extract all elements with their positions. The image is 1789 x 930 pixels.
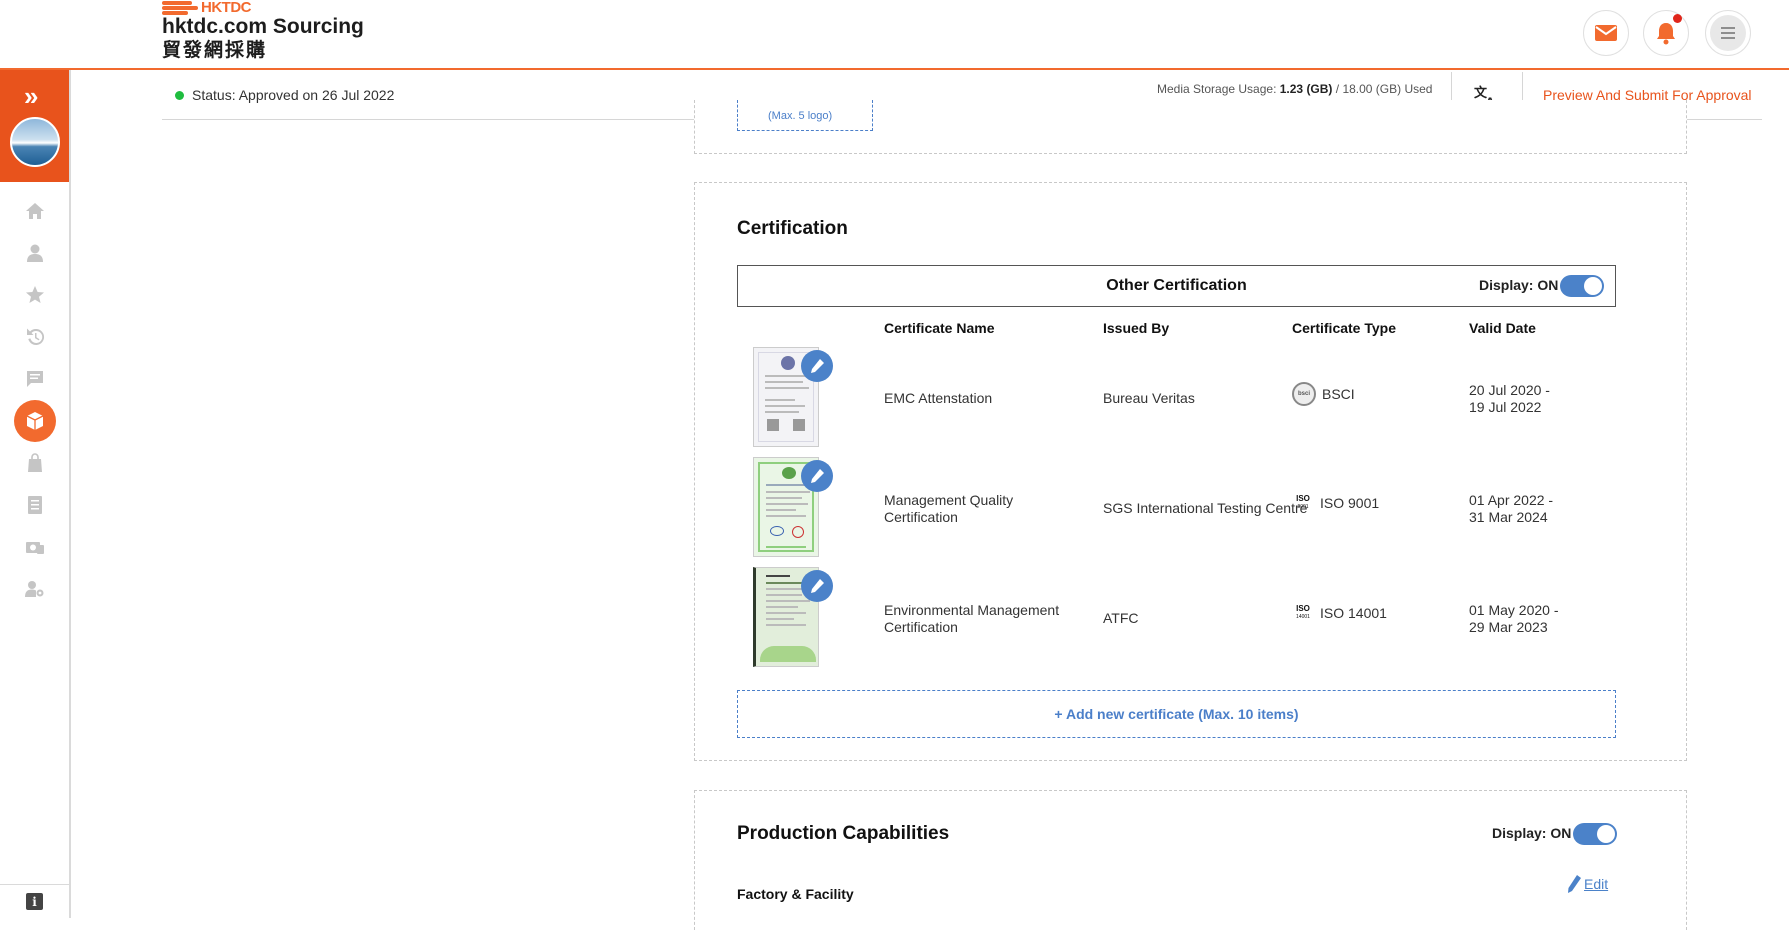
approval-status: Status: Approved on 26 Jul 2022 [192, 87, 395, 103]
menu-button[interactable] [1705, 10, 1751, 56]
sidebar-profile-panel: » [0, 70, 69, 182]
user-settings-icon [24, 581, 43, 597]
edit-link[interactable]: Edit [1567, 875, 1608, 893]
certificate-name: Management Quality Certification [884, 492, 1014, 525]
star-icon [25, 286, 44, 303]
display-label: Display: ON [1479, 277, 1559, 293]
certificate-type: ISO 9001 ISO 9001 [1292, 492, 1379, 514]
edit-certificate-button[interactable] [801, 350, 833, 382]
edit-certificate-button[interactable] [801, 460, 833, 492]
sidebar-item-favourites[interactable] [0, 274, 69, 316]
logo-chinese-title: 貿發網採購 [162, 39, 268, 61]
certificate-issuer: ATFC [1103, 610, 1139, 626]
sidebar-item-messages[interactable] [0, 358, 69, 400]
pencil-icon [1568, 875, 1581, 893]
storage-used: 1.23 (GB) [1279, 82, 1333, 96]
sidebar-item-products[interactable] [0, 400, 69, 442]
product-box-icon [26, 412, 43, 430]
logo-brand: HKTDC [201, 0, 252, 16]
certification-section: Certification Other Certification Displa… [694, 182, 1687, 761]
pencil-icon [811, 359, 824, 373]
table-row: Environmental Management Certification A… [737, 567, 1616, 667]
bsci-badge-icon: bsci [1292, 382, 1316, 406]
display-label: Display: ON [1492, 825, 1572, 841]
pencil-icon [811, 579, 824, 593]
display-toggle[interactable] [1560, 275, 1604, 297]
info-icon: i [26, 893, 43, 910]
info-button[interactable]: i [0, 884, 69, 918]
section-title: Certification [737, 218, 848, 239]
sidebar-item-lists[interactable] [0, 484, 69, 526]
display-toggle[interactable] [1573, 823, 1617, 845]
pencil-icon [811, 469, 824, 483]
certificate-valid-date: 20 Jul 2020 - 19 Jul 2022 [1469, 382, 1550, 415]
left-sidebar: » i [0, 70, 71, 918]
sidebar-item-media[interactable] [0, 526, 69, 568]
menu-icon [1710, 15, 1746, 51]
sidebar-item-profile[interactable] [0, 232, 69, 274]
column-header-certificate-name: Certificate Name [884, 320, 995, 336]
certificate-type: ISO 14001 ISO 14001 [1292, 602, 1387, 624]
iso-badge-icon: ISO 9001 [1296, 494, 1310, 511]
shopping-bag-icon [27, 453, 42, 472]
notification-button[interactable] [1643, 10, 1689, 56]
home-icon [25, 203, 44, 219]
logo-title: hktdc.com Sourcing [162, 15, 364, 38]
notification-dot [1673, 14, 1682, 23]
mail-button[interactable] [1583, 10, 1629, 56]
avatar[interactable] [10, 117, 60, 167]
add-new-certificate-button[interactable]: + Add new certificate (Max. 10 items) [737, 690, 1616, 738]
other-certification-header: Other Certification Display: ON [737, 265, 1616, 307]
status-indicator-dot [175, 91, 184, 100]
certificate-type: bsci BSCI [1292, 382, 1355, 406]
production-capabilities-section: Production Capabilities Display: ON Fact… [694, 790, 1687, 930]
column-header-valid-date: Valid Date [1469, 320, 1536, 336]
camera-card-icon [25, 542, 44, 554]
column-header-certificate-type: Certificate Type [1292, 320, 1396, 336]
sidebar-item-home[interactable] [0, 190, 69, 232]
mail-icon [1595, 25, 1617, 41]
list-document-icon [27, 496, 42, 514]
column-header-issued-by: Issued By [1103, 320, 1170, 336]
previous-section-card: (Max. 5 logo) [694, 100, 1687, 154]
certificate-issuer: SGS International Testing Centre [1103, 500, 1308, 516]
edit-certificate-button[interactable] [801, 570, 833, 602]
table-row: Management Quality Certification SGS Int… [737, 457, 1616, 557]
certificate-name: Environmental Management Certification [884, 602, 1060, 635]
history-icon [26, 328, 44, 345]
certificate-valid-date: 01 Apr 2022 - 31 Mar 2024 [1469, 492, 1554, 525]
table-row: EMC Attenstation Bureau Veritas bsci BSC… [737, 347, 1616, 447]
hktdc-logo[interactable]: HKTDC hktdc.com Sourcing 貿發網採購 [162, 0, 364, 61]
logo-mark-icon [162, 0, 198, 15]
sidebar-item-orders[interactable] [0, 442, 69, 484]
iso-badge-icon: ISO 14001 [1296, 604, 1310, 621]
chat-icon [26, 371, 43, 387]
add-logo-box[interactable]: (Max. 5 logo) [737, 100, 873, 131]
sidebar-item-history[interactable] [0, 316, 69, 358]
top-header: HKTDC hktdc.com Sourcing 貿發網採購 [0, 0, 1789, 70]
media-storage-usage: Media Storage Usage: 1.23 (GB) / 18.00 (… [1157, 82, 1433, 96]
bell-icon [1657, 23, 1675, 45]
user-icon [26, 244, 43, 262]
certificate-issuer: Bureau Veritas [1103, 390, 1195, 406]
double-chevron-right-icon[interactable]: » [24, 83, 39, 109]
certificate-name: EMC Attenstation [884, 390, 993, 406]
certificate-valid-date: 01 May 2020 - 29 Mar 2023 [1469, 602, 1559, 635]
section-title: Production Capabilities [737, 823, 950, 844]
sidebar-item-account-settings[interactable] [0, 568, 69, 610]
factory-facility-label: Factory & Facility [737, 886, 854, 902]
